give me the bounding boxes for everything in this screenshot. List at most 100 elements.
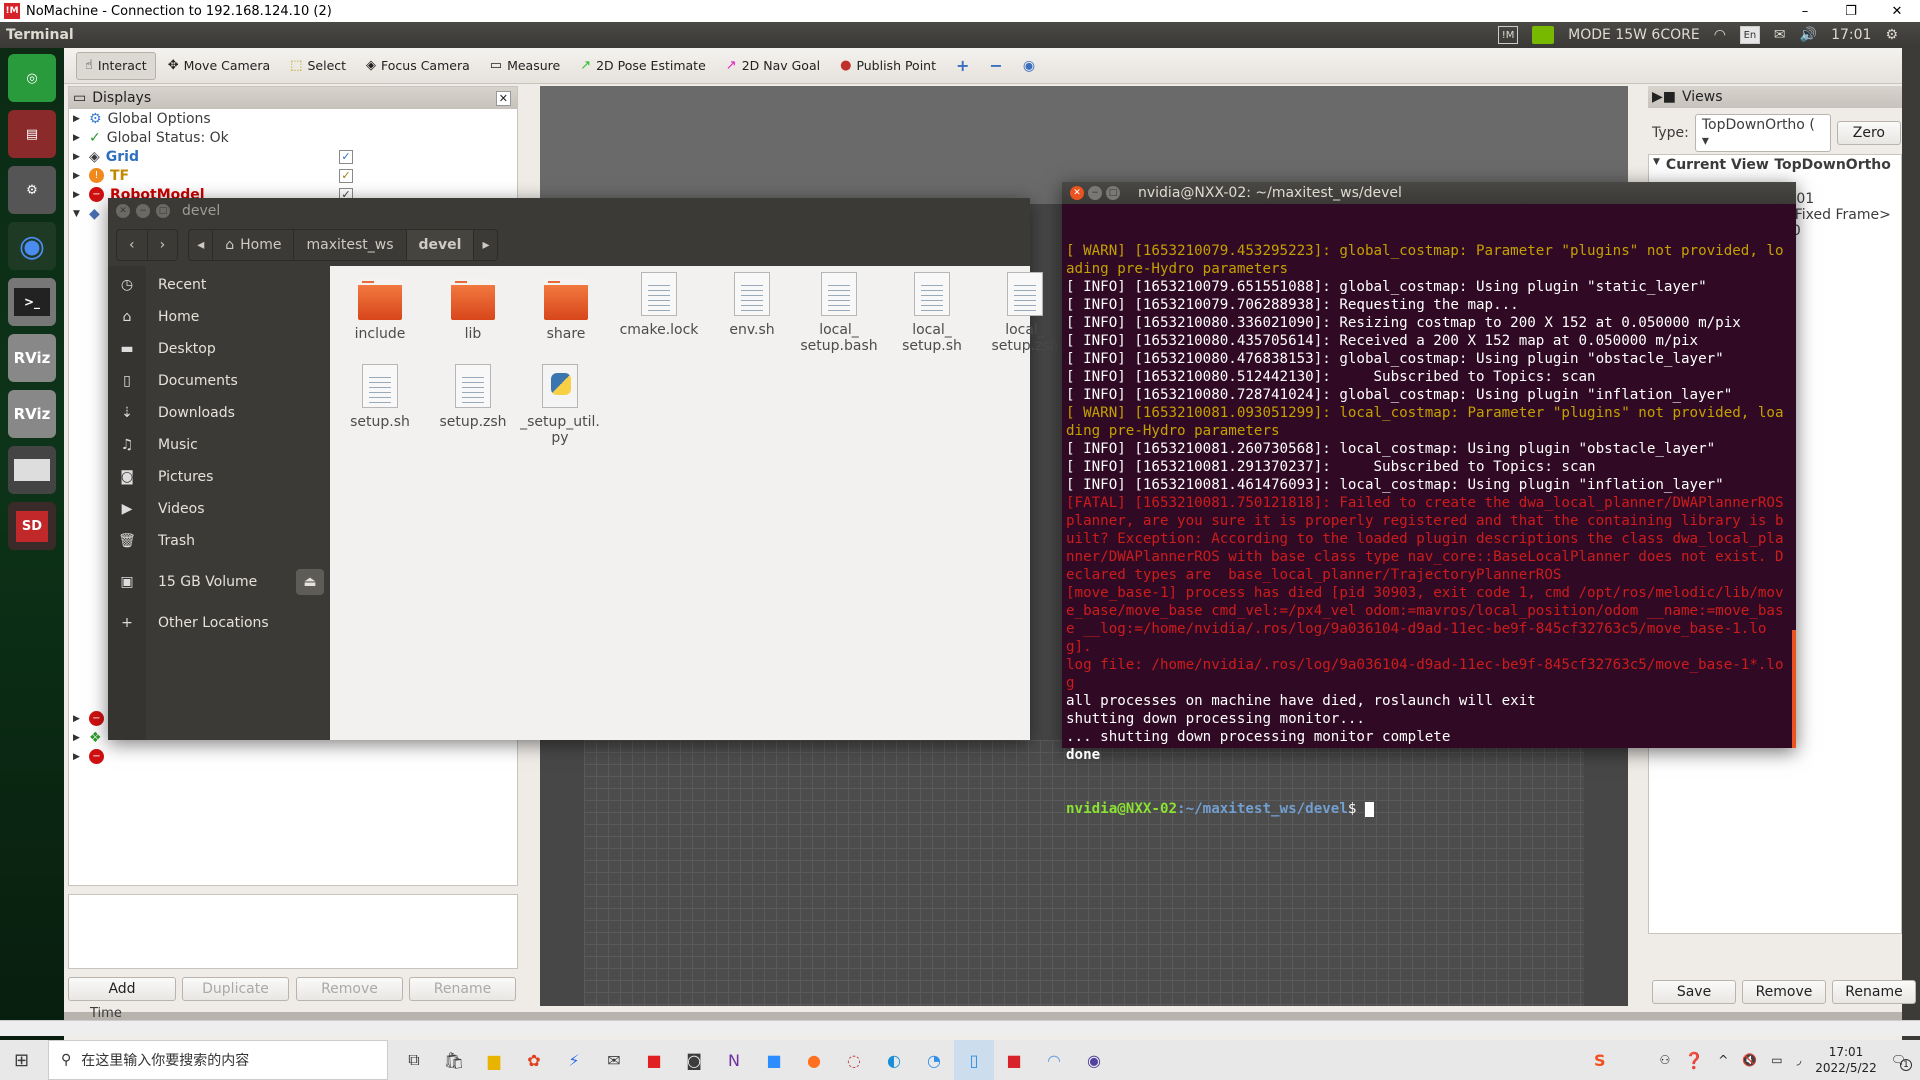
file-item-setup-util-py[interactable]: _setup_util. py [520,364,600,446]
mail-icon[interactable]: ✉ [594,1040,634,1080]
view-eye-icon[interactable]: ◉ [1015,52,1043,80]
tool-2d-nav-goal[interactable]: ↗ 2D Nav Goal [718,52,828,80]
camera-icon[interactable]: ◙ [674,1040,714,1080]
terminal-output[interactable]: [ WARN] [1653210079.453295223]: global_c… [1062,204,1796,856]
nvidia-mode[interactable]: MODE 15W 6CORE [1568,27,1700,43]
path-devel[interactable]: devel [406,230,475,260]
maximize-window-icon[interactable]: □ [156,204,170,218]
tool-interact[interactable]: ☝ Interact [76,51,156,80]
remove-view-button[interactable]: Remove [1742,980,1826,1004]
sidebar-item-volume[interactable]: ▣ 15 GB Volume ⏏ [108,566,330,598]
sidebar-item-home[interactable]: ⌂ Home [108,301,330,333]
notifications-icon[interactable]: 🗨 1 [1891,1053,1912,1071]
app-icon[interactable]: ◔ [914,1040,954,1080]
start-windows-icon[interactable]: ⊞ [14,1050,29,1071]
nvidia-icon[interactable] [1532,26,1555,44]
close-panel-icon[interactable]: ✕ [495,90,511,106]
people-icon[interactable]: ⚇ [1660,1053,1671,1067]
file-item-lib[interactable]: lib [427,276,519,342]
terminal-scrollbar[interactable] [1792,630,1796,748]
sidebar-item-downloads[interactable]: ⇣ Downloads [108,397,330,429]
expand-arrow-icon[interactable]: ▶ [73,114,83,124]
taskbar-search-box[interactable]: ⚲ 在这里输入你要搜索的内容 [48,1040,388,1080]
app-icon[interactable]: ✿ [514,1040,554,1080]
app-icon-active[interactable]: ▯ [954,1040,994,1080]
sidebar-item-videos[interactable]: ▶ Videos [108,493,330,525]
app-icon[interactable]: ◌ [834,1040,874,1080]
minimize-window-icon[interactable]: − [136,204,150,218]
rviz-icon[interactable]: RViz [8,390,56,438]
display-item-global-options[interactable]: ▶ ⚙ Global Options [69,109,517,128]
close-button[interactable]: ✕ [1874,0,1920,22]
help-alert-icon[interactable]: ❓ [1684,1051,1704,1070]
display-item-path-error[interactable]: ▶ − [69,747,104,766]
edge-icon[interactable]: ◐ [874,1040,914,1080]
app-icon[interactable]: ◠ [1034,1040,1074,1080]
save-view-button[interactable]: Save [1652,980,1736,1004]
add-display-button[interactable]: Add [68,977,176,1001]
terminal-icon[interactable]: >_ [8,278,56,326]
chromium-icon[interactable]: ◉ [8,222,56,270]
eject-button[interactable]: ⏏ [296,569,324,595]
expand-arrow-icon[interactable]: ▶ [73,733,83,743]
path-home[interactable]: ⌂ Home [213,230,295,260]
rviz-icon[interactable]: RViz [8,334,56,382]
expand-arrow-icon[interactable]: ▶ [73,152,83,162]
tool-select[interactable]: ⬚ Select [282,52,354,80]
sidebar-item-desktop[interactable]: ▬ Desktop [108,333,330,365]
volume-icon[interactable]: 🔊 [1800,27,1817,43]
expand-arrow-icon[interactable]: ▶ [73,752,83,762]
nomachine-icon[interactable]: ■ [994,1040,1034,1080]
file-item-cmake-lock[interactable]: cmake.lock [613,272,705,338]
file-item-include[interactable]: include [334,276,426,342]
path-maxitest-ws[interactable]: maxitest_ws [294,230,407,260]
tool-2d-pose-estimate[interactable]: ↗ 2D Pose Estimate [572,52,714,80]
store-icon[interactable]: 🛍 [434,1040,474,1080]
expand-arrow-icon[interactable]: ▶ [73,714,83,724]
speaker-muted-icon[interactable]: 🔇 [1742,1053,1757,1067]
sidebar-item-recent[interactable]: ◷ Recent [108,269,330,301]
sidebar-item-trash[interactable]: 🗑 Trash [108,525,330,557]
tool-measure[interactable]: ▭ Measure [482,52,568,80]
keyboard-layout[interactable]: En [1739,26,1760,44]
sidebar-item-music[interactable]: ♫ Music [108,429,330,461]
drive-icon[interactable] [8,446,56,494]
file-item-env-sh[interactable]: env.sh [706,272,798,338]
grid-checkbox[interactable]: ✓ [339,149,353,164]
back-button[interactable]: ‹ [117,230,148,260]
files-icon[interactable]: ▤ [8,110,56,158]
tf-checkbox[interactable]: ✓ [339,168,353,183]
remove-display-button[interactable]: Remove [296,977,403,1001]
display-item-map-error[interactable]: ▶ − [69,709,104,728]
tool-move-camera[interactable]: ✥ Move Camera [160,52,278,80]
expand-arrow-icon[interactable]: ▶ [73,133,83,143]
minimize-button[interactable]: – [1782,0,1828,22]
sd-card-icon[interactable]: SD [8,502,56,550]
terminal-prompt[interactable]: nvidia@NXX-02:~/maxitest_ws/devel$ [1066,800,1792,818]
prop-value[interactable]: <Fixed Frame> [1783,207,1891,223]
mail-icon[interactable]: ✉ [1774,27,1786,43]
tool-focus-camera[interactable]: ◈ Focus Camera [358,52,478,80]
app-icon[interactable]: ◉ [1074,1040,1114,1080]
expand-arrow-icon[interactable]: ▶ [73,171,83,181]
youdao-icon[interactable]: ■ [634,1040,674,1080]
taskbar-clock[interactable]: 17:01 2022/5/22 [1815,1044,1877,1076]
file-item-local-setup-zsh[interactable]: local_ setup.zsh [985,272,1065,354]
remove-tool-icon[interactable]: − [981,52,1010,80]
maximize-window-icon[interactable]: □ [1106,186,1120,200]
rename-display-button[interactable]: Rename [409,977,516,1001]
display-item-markers[interactable]: ▶ ❖ [69,728,102,747]
display-item-grid[interactable]: ▶ ◈ Grid ✓ [69,147,517,166]
file-item-setup-sh[interactable]: setup.sh [334,364,426,430]
task-view-icon[interactable]: ⧉ [394,1040,434,1080]
path-scroll-left[interactable]: ◂ [189,230,214,260]
view-type-select[interactable]: TopDownOrtho ( ▾ [1694,114,1831,152]
close-window-icon[interactable]: ✕ [1070,186,1084,200]
file-explorer-icon[interactable]: ▆ [474,1040,514,1080]
firefox-icon[interactable]: ● [794,1040,834,1080]
path-scroll-right[interactable]: ▸ [474,230,497,260]
forward-button[interactable]: › [148,230,178,260]
app-icon[interactable]: ⚡ [554,1040,594,1080]
close-window-icon[interactable]: ✕ [116,204,130,218]
horizontal-scrollbar[interactable] [0,1020,1920,1036]
